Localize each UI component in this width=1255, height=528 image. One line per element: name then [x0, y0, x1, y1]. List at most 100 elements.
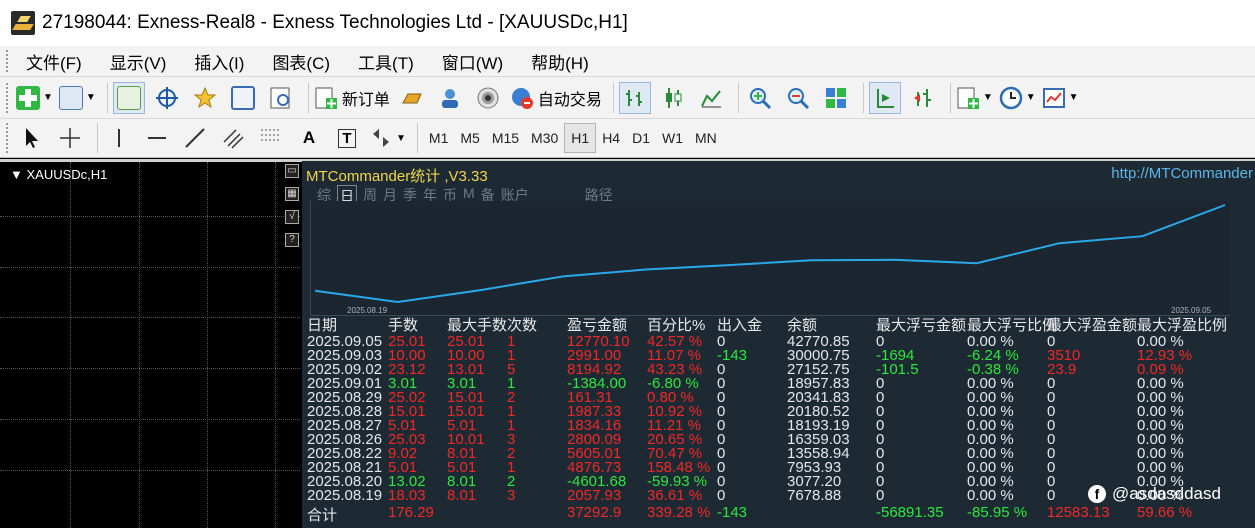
- indicators-icon: [956, 86, 980, 110]
- new-chart-icon: [16, 85, 40, 110]
- auto-trading-button[interactable]: 自动交易: [510, 82, 602, 114]
- toolbar-separator: [737, 82, 739, 113]
- menu-grip[interactable]: [6, 50, 12, 72]
- chart-shift-button[interactable]: [868, 81, 901, 114]
- strategy-tester-button[interactable]: [265, 82, 297, 114]
- panel-title: MTCommander统计 ,V3.33: [306, 168, 488, 185]
- menu-file[interactable]: 文件(F): [26, 49, 82, 74]
- timeframe-m15[interactable]: M15: [486, 123, 525, 153]
- panel-minimize-button[interactable]: ▭: [285, 164, 299, 178]
- templates-icon: [1042, 86, 1066, 110]
- standard-toolbar: ▼ ▼ 新订单 自动交易 ▼ ▼ ▼: [0, 76, 1255, 118]
- text-label-icon: T: [338, 128, 356, 148]
- equidistant-channel-tool[interactable]: [217, 122, 249, 154]
- timeframe-m1[interactable]: M1: [423, 123, 454, 153]
- menu-insert[interactable]: 插入(I): [194, 49, 244, 74]
- trendline-icon: [183, 126, 207, 150]
- horizontal-line-icon: [145, 126, 169, 150]
- total-max-float-loss-pct: -85.95 %: [967, 504, 1028, 521]
- tile-windows-icon: [824, 86, 848, 110]
- chart-symbol-label: ▼ XAUUSDc,H1: [10, 167, 108, 182]
- text-tool[interactable]: A: [293, 122, 325, 154]
- timeframe-h1[interactable]: H1: [564, 123, 597, 153]
- bar-chart-button[interactable]: [618, 81, 651, 114]
- timeframe-m30[interactable]: M30: [525, 123, 564, 153]
- graph-start-date: 2025.08.19: [347, 306, 388, 315]
- periods-button[interactable]: ▼: [999, 82, 1036, 114]
- total-max-float-loss: -56891.35: [876, 504, 944, 521]
- chat-button[interactable]: [434, 82, 466, 114]
- table-header-cell: 盈亏金额: [567, 317, 628, 334]
- profiles-button[interactable]: ▼: [58, 82, 96, 114]
- table-header-cell: 最大浮盈比例: [1137, 317, 1228, 334]
- total-max-float-profit-pct: 59.66 %: [1137, 504, 1193, 521]
- text-label-tool[interactable]: T: [331, 122, 363, 154]
- menu-charts[interactable]: 图表(C): [272, 49, 330, 74]
- panel-chart-button[interactable]: √: [285, 210, 299, 224]
- trendline-tool[interactable]: [179, 122, 211, 154]
- profiles-icon: [58, 85, 83, 110]
- zoom-in-button[interactable]: [744, 82, 776, 114]
- panel-grid-button[interactable]: ▦: [285, 187, 299, 201]
- chart-symbol-text: XAUUSDc,H1: [26, 167, 108, 182]
- templates-button[interactable]: ▼: [1042, 82, 1079, 114]
- timeframe-m5[interactable]: M5: [454, 123, 485, 153]
- menu-help[interactable]: 帮助(H): [531, 49, 589, 74]
- data-window-button[interactable]: [151, 82, 183, 114]
- arrows-tool[interactable]: ▼: [369, 122, 406, 154]
- terminal-window-icon: [230, 85, 255, 110]
- grid-line: [0, 317, 300, 318]
- window-titlebar: 27198044: Exness-Real8 - Exness Technolo…: [0, 0, 1255, 46]
- panel-url-link[interactable]: http://MTCommander: [1111, 165, 1253, 182]
- candlestick-button[interactable]: [657, 82, 689, 114]
- zoom-out-icon: [786, 86, 810, 110]
- horizontal-line-tool[interactable]: [141, 122, 173, 154]
- autoscroll-button[interactable]: [907, 82, 939, 114]
- toolbar-grip[interactable]: [6, 82, 10, 113]
- timeframe-mn[interactable]: MN: [689, 123, 723, 153]
- line-chart-button[interactable]: [695, 82, 727, 114]
- market-watch-button[interactable]: [112, 81, 145, 114]
- table-header-cell: 最大浮盈金额: [1047, 317, 1138, 334]
- metaeditor-button[interactable]: [396, 82, 428, 114]
- arrows-icon: [369, 126, 393, 150]
- signals-button[interactable]: [472, 82, 504, 114]
- navigator-button[interactable]: [189, 82, 221, 114]
- menu-window[interactable]: 窗口(W): [442, 49, 503, 74]
- fibonacci-tool[interactable]: [255, 122, 287, 154]
- indicators-button[interactable]: ▼: [956, 82, 993, 114]
- timeframe-d1[interactable]: D1: [626, 123, 656, 153]
- zoom-in-icon: [748, 86, 772, 110]
- auto-trading-label: 自动交易: [537, 91, 602, 109]
- chevron-down-icon: ▼: [1025, 92, 1036, 103]
- new-order-label: 新订单: [341, 91, 390, 109]
- total-deposit: -143: [717, 504, 748, 521]
- total-label: 合计: [307, 507, 338, 524]
- grid-line: [0, 368, 300, 369]
- menu-tools[interactable]: 工具(T): [358, 49, 414, 74]
- crosshair-tool[interactable]: [54, 122, 86, 154]
- timeframe-h4[interactable]: H4: [596, 123, 626, 153]
- user-profile-icon: [438, 86, 462, 110]
- terminal-button[interactable]: [227, 82, 259, 114]
- candlestick-icon: [661, 86, 685, 110]
- grid-line: [0, 216, 300, 217]
- menu-view[interactable]: 显示(V): [110, 49, 167, 74]
- magnifier-chart-icon: [269, 86, 293, 110]
- cursor-tool[interactable]: [16, 122, 48, 154]
- line-studies-toolbar: A T ▼ M1 M5 M15 M30 H1 H4 D1 W1 MN: [0, 118, 1255, 158]
- toolbar-grip[interactable]: [6, 123, 10, 153]
- cursor-arrow-icon: [20, 126, 44, 150]
- new-order-button[interactable]: 新订单: [314, 82, 390, 114]
- star-folder-icon: [193, 86, 217, 110]
- new-chart-button[interactable]: ▼: [16, 82, 53, 114]
- vertical-line-tool[interactable]: [103, 122, 135, 154]
- zoom-out-button[interactable]: [782, 82, 814, 114]
- toolbar-separator: [97, 123, 98, 153]
- tile-windows-button[interactable]: [820, 82, 852, 114]
- timeframe-w1[interactable]: W1: [656, 123, 689, 153]
- toolbar-separator: [949, 82, 951, 113]
- panel-help-button[interactable]: ?: [285, 233, 299, 247]
- toolbar-separator: [307, 82, 309, 113]
- grid-line: [0, 419, 300, 420]
